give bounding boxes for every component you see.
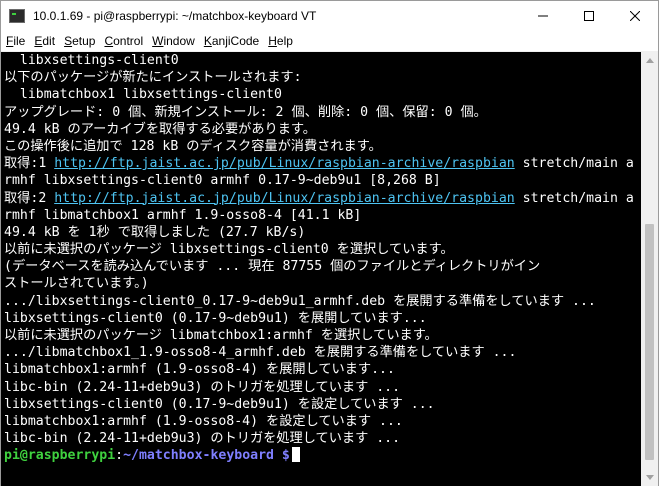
prompt-separator: : [115,448,124,464]
terminal-window: 10.0.1.69 - pi@raspberrypi: ~/matchbox-k… [0,0,659,486]
terminal-line: libmatchbox1 libxsettings-client0 [4,86,641,103]
terminal-line: この操作後に追加で 128 kB のディスク容量が消費されます。 [4,138,641,155]
terminal-text: 以下のパッケージが新たにインストールされます: [4,70,302,86]
shell-prompt-line: pi@raspberrypi:~/matchbox-keyboard $ [4,447,641,464]
vertical-scrollbar[interactable] [641,52,658,486]
scroll-up-button[interactable] [641,52,658,69]
terminal-text: libmatchbox1:armhf (1.9-osso8-4) を設定していま… [4,413,403,429]
terminal-icon[interactable] [9,9,25,23]
menu-bar: File Edit Setup Control Window KanjiCode… [1,31,658,51]
menu-file[interactable]: File [2,31,29,51]
terminal-text: 以前に未選択のパッケージ libmatchbox1:armhf を選択しています… [4,328,438,343]
terminal-line: libxsettings-client0 [4,52,641,69]
url-link[interactable]: http://ftp.jaist.ac.jp/pub/Linux/raspbia… [54,191,515,206]
text-cursor [291,447,300,463]
terminal-text: 49.4 kB のアーカイブを取得する必要があります。 [4,121,316,137]
terminal-line: 以前に未選択のパッケージ libmatchbox1:armhf を選択しています… [4,327,641,344]
terminal-text: stretch/main a [514,156,634,172]
menu-kanjicode[interactable]: KanjiCode [200,31,263,51]
scroll-down-button[interactable] [641,469,658,486]
terminal-line: 取得:2 http://ftp.jaist.ac.jp/pub/Linux/ra… [4,190,641,207]
scroll-up-arrow-icon [645,58,654,63]
terminal-line: 以下のパッケージが新たにインストールされます: [4,69,641,86]
terminal-line: 49.4 kB のアーカイブを取得する必要があります。 [4,121,641,138]
menu-control[interactable]: Control [100,31,147,51]
terminal-text: libc-bin (2.24-11+deb9u3) のトリガを処理しています .… [4,431,401,447]
terminal-lines: libxsettings-client0 以下のパッケージが新たにインストールされ… [4,52,641,447]
terminal-line: libmatchbox1:armhf (1.9-osso8-4) を設定していま… [4,413,641,430]
menu-help[interactable]: Help [264,31,297,51]
menu-window[interactable]: Window [148,31,199,51]
scroll-down-arrow-icon [645,475,654,480]
terminal-text: 取得:2 [4,190,55,206]
terminal-line: libxsettings-client0 (0.17-9~deb9u1) を設定… [4,396,641,413]
terminal-line: アップグレード: 0 個、新規インストール: 2 個、削除: 0 個、保留: 0… [4,104,641,121]
terminal-text: libxsettings-client0 [4,53,179,68]
close-icon [630,11,640,21]
terminal-text: stretch/main a [514,190,634,206]
close-button[interactable] [612,1,658,31]
terminal-text: rmhf libxsettings-client0 armhf 0.17-9~d… [4,173,441,189]
terminal-text: libxsettings-client0 (0.17-9~deb9u1) を展開… [4,310,427,326]
terminal-output[interactable]: libxsettings-client0 以下のパッケージが新たにインストールされ… [1,52,641,486]
terminal-line: libc-bin (2.24-11+deb9u3) のトリガを処理しています .… [4,430,641,447]
terminal-line: libmatchbox1:armhf (1.9-osso8-4) を展開していま… [4,361,641,378]
terminal-line: .../libmatchbox1_1.9-osso8-4_armhf.deb を… [4,344,641,361]
terminal-text: .../libmatchbox1_1.9-osso8-4_armhf.deb を… [4,345,517,361]
terminal-line: .../libxsettings-client0_0.17-9~deb9u1_a… [4,293,641,310]
title-bar[interactable]: 10.0.1.69 - pi@raspberrypi: ~/matchbox-k… [1,1,658,31]
maximize-icon [584,11,594,21]
minimize-icon [538,15,548,17]
terminal-line: 以前に未選択のパッケージ libxsettings-client0 を選択してい… [4,241,641,258]
terminal-line: rmhf libmatchbox1 armhf 1.9-osso8-4 [41.… [4,207,641,224]
window-title: 10.0.1.69 - pi@raspberrypi: ~/matchbox-k… [33,9,317,23]
prompt-symbol: $ [273,448,290,464]
terminal-text: libxsettings-client0 (0.17-9~deb9u1) を設定… [4,396,435,412]
terminal-text: ストールされています。) [4,276,149,292]
terminal-line: libxsettings-client0 (0.17-9~deb9u1) を展開… [4,310,641,327]
terminal-text: この操作後に追加で 128 kB のディスク容量が消費されます。 [4,138,382,154]
window-controls [520,1,658,31]
terminal-line: 取得:1 http://ftp.jaist.ac.jp/pub/Linux/ra… [4,155,641,172]
terminal-text: アップグレード: 0 個、新規インストール: 2 個、削除: 0 個、保留: 0… [4,104,487,120]
terminal-text: 以前に未選択のパッケージ libxsettings-client0 を選択してい… [4,242,454,258]
prompt-user-host: pi@raspberrypi [4,448,116,464]
minimize-button[interactable] [520,1,566,31]
menu-setup[interactable]: Setup [60,31,99,51]
terminal-text: libmatchbox1:armhf (1.9-osso8-4) を展開していま… [4,362,395,378]
terminal-line: ストールされています。) [4,275,641,292]
terminal-line: rmhf libxsettings-client0 armhf 0.17-9~d… [4,172,641,189]
terminal-text: libc-bin (2.24-11+deb9u3) のトリガを処理しています .… [4,379,401,395]
terminal-text: libmatchbox1 libxsettings-client0 [4,87,282,103]
prompt-path: ~/matchbox-keyboard [123,448,274,464]
maximize-button[interactable] [566,1,612,31]
terminal-line: libc-bin (2.24-11+deb9u3) のトリガを処理しています .… [4,379,641,396]
terminal-text: 49.4 kB を 1秒 で取得しました (27.7 kB/s) [4,224,306,240]
terminal-text: .../libxsettings-client0_0.17-9~deb9u1_a… [4,293,596,309]
terminal-text: 取得:1 [4,156,55,172]
terminal-text: rmhf libmatchbox1 armhf 1.9-osso8-4 [41.… [4,207,362,223]
terminal-text: (データベースを読み込んでいます ... 現在 87755 個のファイルとディレ… [4,259,541,275]
menu-edit[interactable]: Edit [30,31,59,51]
terminal-line: (データベースを読み込んでいます ... 現在 87755 個のファイルとディレ… [4,258,641,275]
terminal-line: 49.4 kB を 1秒 で取得しました (27.7 kB/s) [4,224,641,241]
scrollbar-thumb[interactable] [645,224,654,460]
url-link[interactable]: http://ftp.jaist.ac.jp/pub/Linux/raspbia… [54,156,515,171]
